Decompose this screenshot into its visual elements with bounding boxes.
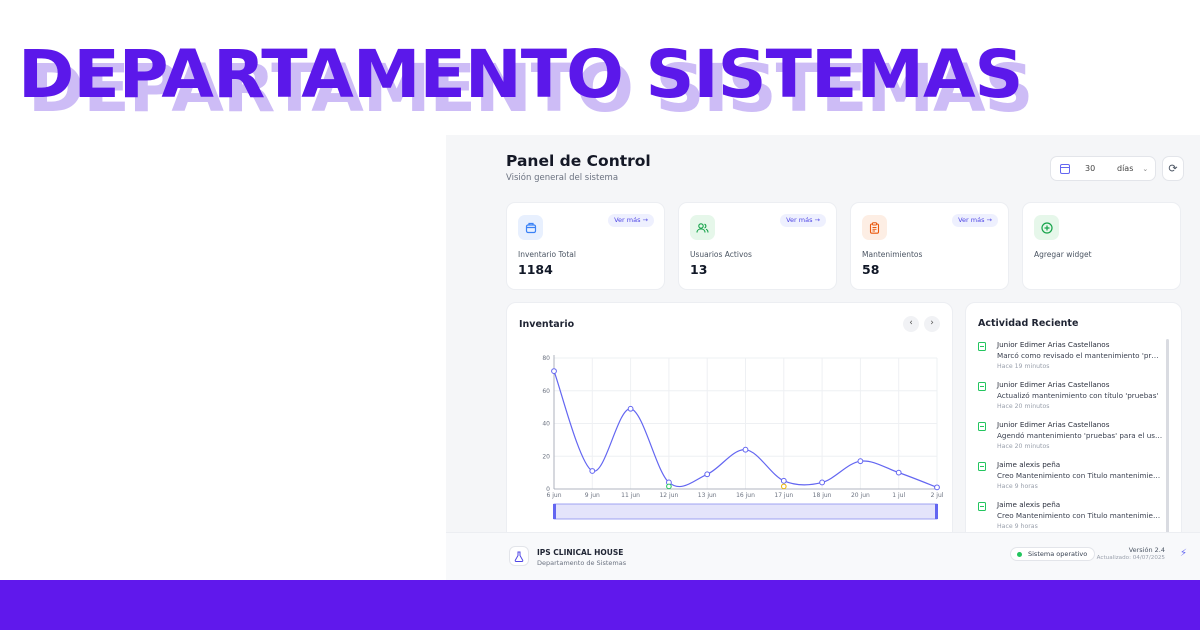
see-more-link[interactable]: Ver más →: [952, 214, 998, 227]
updated-label: Actualizado: 04/07/2025: [1096, 555, 1165, 561]
promo-banner: DEPARTAMENTO SISTEMAS DEPARTAMENTO SISTE…: [0, 0, 1200, 630]
status-badge: Sistema operativo: [1010, 547, 1096, 561]
clipboard-icon: [978, 342, 986, 351]
bottom-band: [0, 580, 1200, 630]
card-label: Usuarios Activos: [690, 250, 752, 259]
card-value: 58: [862, 262, 880, 277]
plus-circle-icon: [1034, 215, 1059, 240]
data-point: [742, 446, 749, 453]
activity-user: Junior Edimer Arias Castellanos: [997, 380, 1110, 389]
y-tick-label: 40: [542, 421, 550, 428]
card-mantenimientos[interactable]: Ver más → Mantenimientos 58: [850, 202, 1009, 290]
flask-icon: [509, 546, 529, 566]
data-point: [780, 477, 787, 484]
org-department: Departamento de Sistemas: [537, 559, 627, 567]
zoom-slider: [553, 503, 938, 520]
x-tick-label: 9 jun: [585, 492, 600, 499]
card-value: 1184: [518, 262, 553, 277]
x-tick-label: 12 jun: [659, 492, 678, 499]
event-marker: [781, 483, 787, 490]
activity-user: Junior Edimer Arias Castellanos: [997, 420, 1110, 429]
zoom-handle-left: [553, 504, 556, 519]
page-subtitle: Visión general del sistema: [506, 173, 619, 183]
x-tick-label: 13 jun: [698, 492, 717, 499]
date-range-select[interactable]: 30 días ⌄: [1050, 156, 1156, 181]
x-tick-label: 20 jun: [851, 492, 870, 499]
card-label: Mantenimientos: [862, 250, 923, 259]
scrollbar[interactable]: [1166, 339, 1169, 534]
activity-description: Creo Mantenimiento con Titulo mantenimie…: [997, 511, 1163, 520]
headline-text: DEPARTAMENTO SISTEMAS: [18, 36, 1024, 113]
data-point: [589, 468, 596, 474]
y-tick-label: 20: [542, 453, 550, 460]
org-name: IPS CLINICAL HOUSE: [537, 548, 624, 557]
x-tick-label: 2 jul: [931, 492, 944, 499]
activity-description: Marcó como revisado el mantenimiento 'pr…: [997, 351, 1163, 360]
package-icon: [518, 215, 543, 240]
activity-description: Agendó mantenimiento 'pruebas' para el u…: [997, 431, 1163, 440]
x-tick-label: 17 jun: [774, 492, 793, 499]
activity-user: Jaime alexis peña: [997, 460, 1061, 469]
event-marker: [666, 483, 672, 490]
refresh-button[interactable]: ⟳: [1162, 156, 1184, 181]
data-point: [934, 484, 940, 491]
calendar-icon: [1060, 163, 1070, 174]
data-point: [551, 368, 557, 374]
card-inventario[interactable]: Ver más → Inventario Total 1184: [506, 202, 665, 290]
y-tick-label: 80: [542, 355, 550, 362]
clipboard-icon: [978, 422, 986, 431]
chart-panel: Inventario ‹ › 0 20 40 60 80 6 jun 9 jun 11 jun…: [506, 302, 953, 542]
activity-user: Junior Edimer Arias Castellanos: [997, 340, 1110, 349]
activity-panel: Actividad Reciente Junior Edimer Arias C…: [965, 302, 1182, 542]
activity-time: Hace 9 horas: [997, 523, 1038, 530]
x-tick-label: 6 jun: [547, 492, 562, 499]
range-value: 30: [1085, 164, 1096, 173]
activity-time: Hace 19 minutos: [997, 363, 1050, 370]
x-tick-label: 18 jun: [813, 492, 832, 499]
activity-user: Jaime alexis peña: [997, 500, 1061, 509]
card-label: Agregar widget: [1034, 250, 1092, 259]
dashboard-screenshot: Panel de Control Visión general del sist…: [446, 135, 1200, 580]
users-icon: [690, 215, 715, 240]
chevron-down-icon: ⌄: [1142, 164, 1149, 173]
data-point: [819, 479, 826, 486]
clipboard-icon: [978, 462, 986, 471]
x-tick-label: 16 jun: [736, 492, 755, 499]
data-point: [857, 458, 864, 465]
activity-description: Actualizó mantenimiento con título 'prue…: [997, 391, 1159, 400]
activity-title: Actividad Reciente: [978, 318, 1079, 329]
version-label: Versión 2.4: [1128, 546, 1165, 554]
x-tick-label: 11 jun: [621, 492, 640, 499]
clipboard-icon: [978, 382, 986, 391]
inventory-chart: 0204060806 jun 9 jun 11 jun 12 jun 13 jun 16 …: [542, 355, 944, 520]
data-point: [627, 405, 634, 412]
data-point: [895, 469, 902, 476]
x-tick-label: 1 jul: [892, 492, 905, 499]
see-more-link[interactable]: Ver más →: [608, 214, 654, 227]
card-label: Inventario Total: [518, 250, 576, 259]
activity-description: Creo Mantenimiento con Titulo mantenimie…: [997, 471, 1163, 480]
range-unit: días: [1117, 164, 1134, 173]
activity-time: Hace 20 minutos: [997, 443, 1050, 450]
clipboard-icon: [862, 215, 887, 240]
card-add-widget[interactable]: Agregar widget: [1022, 202, 1181, 290]
sparkle-icon[interactable]: ⚡: [1180, 548, 1187, 559]
data-point: [704, 471, 711, 478]
clipboard-icon: [978, 502, 986, 511]
zoom-handle-right: [935, 504, 938, 519]
footer: IPS CLINICAL HOUSE Departamento de Siste…: [446, 532, 1200, 580]
y-tick-label: 60: [542, 388, 550, 395]
headline: DEPARTAMENTO SISTEMAS DEPARTAMENTO SISTE…: [18, 42, 1034, 132]
refresh-icon: ⟳: [1168, 162, 1178, 175]
activity-time: Hace 9 horas: [997, 483, 1038, 490]
card-usuarios[interactable]: Ver más → Usuarios Activos 13: [678, 202, 837, 290]
see-more-link[interactable]: Ver más →: [780, 214, 826, 227]
activity-time: Hace 20 minutos: [997, 403, 1050, 410]
page-title: Panel de Control: [506, 152, 651, 170]
card-value: 13: [690, 262, 708, 277]
